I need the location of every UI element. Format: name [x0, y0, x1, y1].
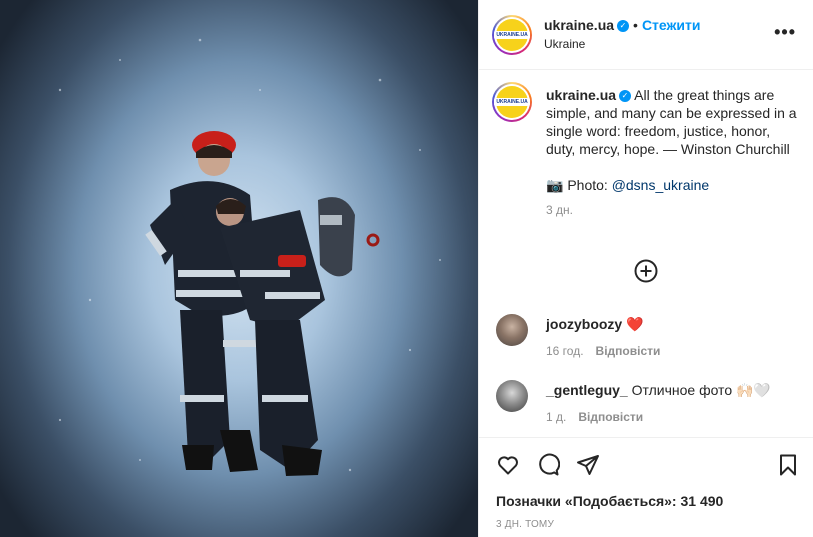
reply-button[interactable]: Відповісти [578, 410, 643, 424]
comment-text: ❤️ [626, 316, 644, 332]
heart-icon[interactable] [496, 453, 520, 477]
comment-icon[interactable] [536, 453, 560, 477]
follow-button[interactable]: Стежити [642, 17, 701, 33]
share-icon[interactable] [576, 453, 600, 477]
likes-count[interactable]: Позначки «Подобається»: 31 490 [496, 493, 723, 509]
photo-credit-link[interactable]: @dsns_ukraine [612, 177, 710, 193]
author-username[interactable]: ukraine.ua [544, 17, 614, 33]
comment-text: Отличное фото 🙌🏻🤍 [631, 382, 771, 398]
post-actions: Позначки «Подобається»: 31 490 3 ДН. ТОМ… [479, 437, 813, 537]
post-header: UKRAINE.UA ukraine.ua ✓ • Стежити Ukraine •… [479, 0, 813, 70]
post-photo[interactable] [0, 0, 478, 537]
comment-avatar[interactable] [496, 314, 528, 346]
caption-author-avatar[interactable]: UKRAINE.UA [492, 82, 532, 122]
bookmark-icon[interactable] [776, 453, 800, 477]
post-location[interactable]: Ukraine [544, 37, 585, 51]
firefighters-photo [58, 38, 441, 476]
more-icon[interactable]: ••• [774, 22, 796, 43]
comment-time[interactable]: 16 год. [546, 344, 584, 358]
separator-dot: • [633, 17, 638, 33]
post-side-panel: UKRAINE.UA ukraine.ua ✓ • Стежити Ukraine •… [478, 0, 813, 537]
avatar-logo-text: UKRAINE.UA [494, 98, 530, 106]
post-caption: ukraine.ua ✓ All the great things are sim… [546, 86, 801, 219]
comment-username[interactable]: joozyboozy [546, 316, 622, 332]
caption-username[interactable]: ukraine.ua [546, 87, 616, 103]
comment-username[interactable]: _gentleguy_ [546, 382, 628, 398]
add-comment-icon[interactable] [634, 259, 658, 283]
verified-icon: ✓ [619, 90, 632, 103]
caption-time[interactable]: 3 дн. [546, 201, 801, 219]
photo-credit-prefix: 📷 Photo: [546, 177, 612, 193]
author-avatar[interactable]: UKRAINE.UA [492, 15, 532, 55]
verified-icon: ✓ [617, 20, 630, 33]
comment-time[interactable]: 1 д. [546, 410, 566, 424]
post-time-ago: 3 ДН. ТОМУ [496, 519, 555, 530]
comment-avatar[interactable] [496, 380, 528, 412]
reply-button[interactable]: Відповісти [596, 344, 661, 358]
avatar-logo-text: UKRAINE.UA [494, 31, 530, 39]
